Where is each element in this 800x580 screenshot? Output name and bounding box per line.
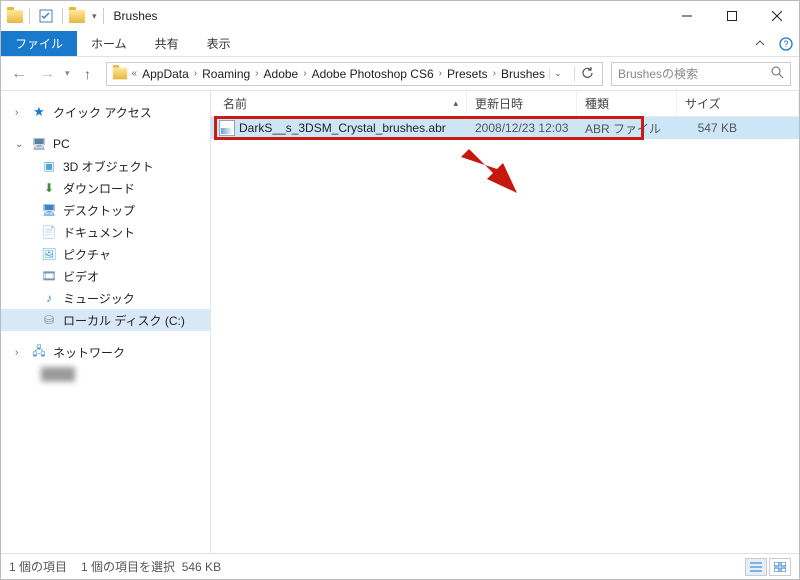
file-row[interactable]: DarkS__s_3DSM_Crystal_brushes.abr 2008/1…	[211, 117, 799, 139]
title-bar: ▾ Brushes	[1, 1, 799, 31]
network-icon: 🖧	[31, 342, 47, 363]
search-placeholder: Brushesの検索	[618, 65, 698, 82]
view-switcher	[745, 558, 791, 576]
sidebar-item-pictures[interactable]: 🖼 ピクチャ	[1, 243, 210, 265]
desktop-icon: 🖥	[41, 203, 57, 217]
qat-dropdown-icon[interactable]: ▾	[92, 11, 97, 22]
3d-objects-icon: ▣	[41, 159, 57, 173]
tab-share[interactable]: 共有	[141, 31, 193, 56]
sidebar-item-local-disk[interactable]: ⛁ ローカル ディスク (C:)	[1, 309, 210, 331]
back-button[interactable]: ←	[9, 65, 29, 83]
sidebar-label: デスクトップ	[63, 202, 135, 219]
sidebar-item-3d-objects[interactable]: ▣ 3D オブジェクト	[1, 155, 210, 177]
status-bar: 1 個の項目 1 個の項目を選択 546 KB	[1, 553, 799, 579]
breadcrumb-item[interactable]: Brushes	[497, 67, 549, 81]
sidebar-label: ミュージック	[63, 290, 135, 307]
status-item-count: 1 個の項目	[9, 558, 67, 575]
column-header-type[interactable]: 種類	[577, 91, 677, 116]
sidebar-label: ピクチャ	[63, 246, 111, 263]
file-type: ABR ファイル	[577, 120, 677, 137]
sidebar-item-music[interactable]: ♪ ミュージック	[1, 287, 210, 309]
navigation-pane: › ★ クイック アクセス ⌄ 🖥 PC ▣3D オブジェクト ⬇ダウンロード …	[1, 91, 211, 553]
sidebar-label: ダウンロード	[63, 180, 135, 197]
status-selection: 1 個の項目を選択 546 KB	[81, 558, 221, 575]
annotation-arrow-icon	[461, 149, 517, 193]
sidebar-quick-access[interactable]: › ★ クイック アクセス	[1, 101, 210, 123]
sidebar-network[interactable]: › 🖧 ネットワーク	[1, 341, 210, 363]
tab-home[interactable]: ホーム	[77, 31, 141, 56]
navigation-bar: ← → ▾ ↑ « AppData› Roaming› Adobe› Adobe…	[1, 57, 799, 91]
maximize-button[interactable]	[709, 1, 754, 31]
sidebar-label: ビデオ	[63, 268, 99, 285]
sidebar-label: クイック アクセス	[53, 104, 152, 121]
svg-text:?: ?	[783, 39, 788, 49]
sort-indicator-icon: ▴	[453, 98, 458, 109]
star-icon: ★	[31, 104, 47, 120]
sidebar-pc[interactable]: ⌄ 🖥 PC	[1, 133, 210, 155]
disk-icon: ⛁	[41, 313, 57, 327]
icons-view-button[interactable]	[769, 558, 791, 576]
close-button[interactable]	[754, 1, 799, 31]
history-dropdown[interactable]: ▾	[65, 68, 70, 79]
sidebar-label: 3D オブジェクト	[63, 158, 154, 175]
videos-icon: 🎞	[41, 269, 57, 283]
pictures-icon: 🖼	[41, 247, 57, 261]
download-icon: ⬇	[41, 181, 57, 195]
refresh-button[interactable]	[574, 66, 600, 82]
main-area: › ★ クイック アクセス ⌄ 🖥 PC ▣3D オブジェクト ⬇ダウンロード …	[1, 91, 799, 553]
window-buttons	[664, 1, 799, 31]
column-headers: 名前 ▴ 更新日時 種類 サイズ	[211, 91, 799, 117]
column-header-date[interactable]: 更新日時	[467, 91, 577, 116]
music-icon: ♪	[41, 291, 57, 305]
expand-icon[interactable]: ›	[15, 107, 25, 118]
tab-view[interactable]: 表示	[193, 31, 245, 56]
breadcrumb-item[interactable]: Presets	[443, 67, 492, 81]
file-list[interactable]: DarkS__s_3DSM_Crystal_brushes.abr 2008/1…	[211, 117, 799, 553]
sidebar-item-videos[interactable]: 🎞 ビデオ	[1, 265, 210, 287]
sidebar-item-downloads[interactable]: ⬇ ダウンロード	[1, 177, 210, 199]
documents-icon: 📄	[41, 225, 57, 239]
breadcrumb-item[interactable]: AppData	[138, 67, 193, 81]
ribbon-collapse-button[interactable]	[747, 31, 773, 56]
sidebar-label: ネットワーク	[53, 344, 125, 361]
breadcrumb-item[interactable]: Roaming	[198, 67, 254, 81]
help-button[interactable]: ?	[773, 31, 799, 56]
folder-icon	[112, 68, 126, 80]
file-tab[interactable]: ファイル	[1, 31, 77, 56]
folder-icon	[69, 10, 85, 23]
window-title: Brushes	[114, 9, 158, 23]
sidebar-item-documents[interactable]: 📄 ドキュメント	[1, 221, 210, 243]
breadcrumb-item[interactable]: Adobe Photoshop CS6	[308, 67, 438, 81]
content-pane: 名前 ▴ 更新日時 種類 サイズ DarkS__s_3DSM_Crystal_b…	[211, 91, 799, 553]
breadcrumb-item[interactable]: Adobe	[260, 67, 303, 81]
address-bar[interactable]: « AppData› Roaming› Adobe› Adobe Photosh…	[106, 62, 603, 86]
details-view-button[interactable]	[745, 558, 767, 576]
sidebar-label: ローカル ディスク (C:)	[63, 312, 185, 329]
up-button[interactable]: ↑	[78, 66, 98, 82]
quick-access-toolbar: ▾	[7, 6, 106, 26]
sidebar-item-desktop[interactable]: 🖥 デスクトップ	[1, 199, 210, 221]
file-name: DarkS__s_3DSM_Crystal_brushes.abr	[239, 121, 446, 135]
expand-icon[interactable]: ›	[15, 347, 25, 358]
abr-file-icon	[219, 120, 235, 136]
search-icon	[771, 66, 784, 82]
qat-properties-button[interactable]	[36, 6, 56, 26]
file-size: 547 KB	[677, 121, 745, 135]
ribbon-tabs: ファイル ホーム 共有 表示 ?	[1, 31, 799, 57]
column-header-name[interactable]: 名前 ▴	[215, 91, 467, 116]
folder-icon	[7, 10, 23, 23]
sidebar-item-blurred: ████	[1, 363, 210, 385]
collapse-icon[interactable]: ⌄	[15, 139, 25, 150]
breadcrumb-prefix: «	[131, 68, 139, 79]
sidebar-label: ドキュメント	[63, 224, 135, 241]
sidebar-label: PC	[53, 137, 70, 151]
column-header-size[interactable]: サイズ	[677, 91, 799, 116]
address-dropdown[interactable]: ⌄	[549, 68, 566, 79]
search-input[interactable]: Brushesの検索	[611, 62, 791, 86]
forward-button[interactable]: →	[37, 65, 57, 83]
file-date: 2008/12/23 12:03	[467, 121, 577, 135]
minimize-button[interactable]	[664, 1, 709, 31]
pc-icon: 🖥	[31, 137, 47, 151]
